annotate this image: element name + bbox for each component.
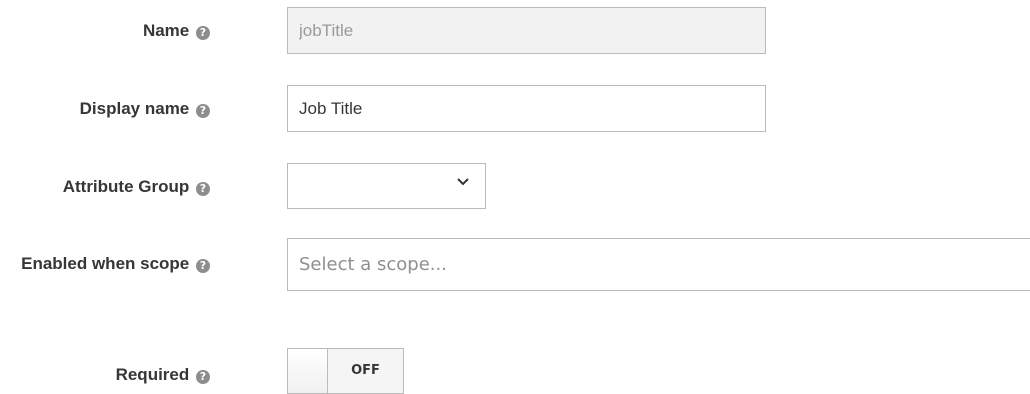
enabled-when-scope-label-text: Enabled when scope	[21, 254, 190, 273]
attribute-form: Name ? Display name ? Attribute Group ? …	[0, 0, 1030, 394]
toggle-state-label: OFF	[328, 349, 403, 393]
attribute-group-select[interactable]	[287, 163, 486, 209]
question-circle-icon[interactable]: ?	[196, 370, 210, 384]
name-label: Name ?	[143, 20, 210, 42]
enabled-when-scope-label: Enabled when scope ?	[10, 247, 210, 281]
question-circle-icon[interactable]: ?	[196, 104, 210, 118]
attribute-group-label-text: Attribute Group	[62, 177, 190, 196]
required-label-text: Required	[115, 365, 190, 384]
display-name-label-text: Display name	[79, 99, 190, 118]
display-name-label: Display name ?	[80, 98, 210, 120]
attribute-group-label: Attribute Group ?	[63, 176, 210, 198]
required-toggle[interactable]: OFF	[287, 348, 404, 394]
name-label-text: Name	[142, 21, 190, 40]
display-name-input[interactable]	[287, 85, 766, 132]
question-circle-icon[interactable]: ?	[196, 26, 210, 40]
scope-select-input[interactable]: Select a scope...	[287, 238, 1030, 291]
scope-placeholder: Select a scope...	[299, 254, 447, 275]
question-circle-icon[interactable]: ?	[196, 182, 210, 196]
chevron-down-icon	[457, 178, 469, 186]
required-label: Required ?	[116, 364, 210, 386]
toggle-knob[interactable]	[288, 349, 328, 393]
question-circle-icon[interactable]: ?	[196, 259, 210, 273]
name-input[interactable]	[287, 7, 766, 54]
